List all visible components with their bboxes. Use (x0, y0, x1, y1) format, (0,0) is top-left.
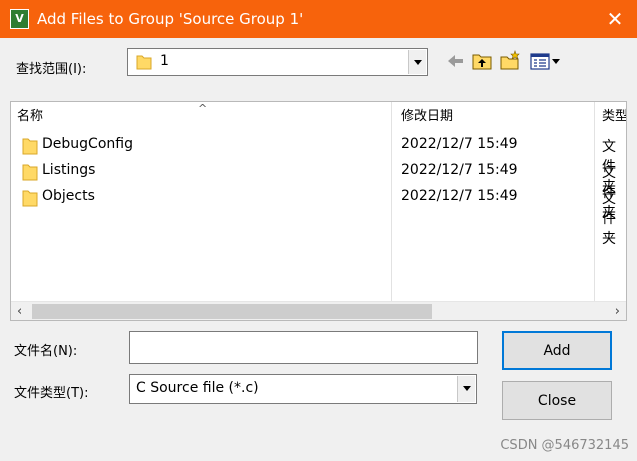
look-in-dropdown[interactable]: 1 (127, 48, 428, 76)
back-arrow-icon[interactable] (444, 50, 466, 72)
item-date: 2022/12/7 15:49 (401, 136, 518, 152)
close-button[interactable]: Close (502, 381, 612, 420)
sort-indicator-icon: ^ (198, 102, 208, 115)
horizontal-scrollbar[interactable]: ‹ › (11, 301, 626, 320)
file-name-label: 文件名(N): (14, 344, 78, 359)
folder-icon (22, 137, 38, 159)
list-item[interactable]: DebugConfig 2022/12/7 15:49 文件夹 (11, 133, 626, 195)
view-menu-icon[interactable] (529, 50, 567, 72)
item-type: 文件夹 (602, 191, 616, 247)
app-icon: V (10, 9, 29, 29)
column-header-type[interactable]: 类型 (596, 102, 626, 132)
chevron-down-icon[interactable] (457, 376, 475, 402)
item-date: 2022/12/7 15:49 (401, 188, 518, 204)
close-icon[interactable]: ✕ (593, 0, 637, 38)
folder-icon (136, 54, 152, 74)
add-button[interactable]: Add (502, 331, 612, 370)
file-type-label: 文件类型(T): (14, 386, 89, 401)
item-date: 2022/12/7 15:49 (401, 162, 518, 178)
folder-icon (22, 189, 38, 211)
look-in-value: 1 (160, 53, 169, 69)
list-item[interactable]: Listings 2022/12/7 15:49 文件夹 (11, 159, 626, 221)
folder-icon (22, 163, 38, 185)
scroll-left-icon[interactable]: ‹ (17, 304, 22, 319)
new-folder-icon[interactable] (499, 50, 521, 72)
item-name: Listings (42, 162, 96, 178)
scrollbar-thumb[interactable] (32, 304, 432, 319)
watermark: CSDN @546732145 (500, 438, 629, 453)
item-name: Objects (42, 188, 95, 204)
file-list[interactable]: 名称 ^ 修改日期 类型 DebugConfig 2022/12/7 15:49… (10, 101, 627, 321)
scroll-right-icon[interactable]: › (615, 304, 620, 319)
item-name: DebugConfig (42, 136, 133, 152)
file-type-value: C Source file (*.c) (136, 380, 259, 396)
column-header-date[interactable]: 修改日期 (395, 102, 595, 132)
up-folder-icon[interactable] (471, 50, 493, 72)
file-type-dropdown[interactable]: C Source file (*.c) (129, 374, 477, 404)
look-in-label: 查找范围(I): (16, 62, 87, 77)
list-item[interactable]: Objects 2022/12/7 15:49 文件夹 (11, 185, 626, 247)
chevron-down-icon[interactable] (408, 50, 426, 74)
window-title: Add Files to Group 'Source Group 1' (37, 10, 304, 28)
title-bar: V Add Files to Group 'Source Group 1' ✕ (0, 0, 637, 38)
file-name-input[interactable] (129, 331, 478, 364)
